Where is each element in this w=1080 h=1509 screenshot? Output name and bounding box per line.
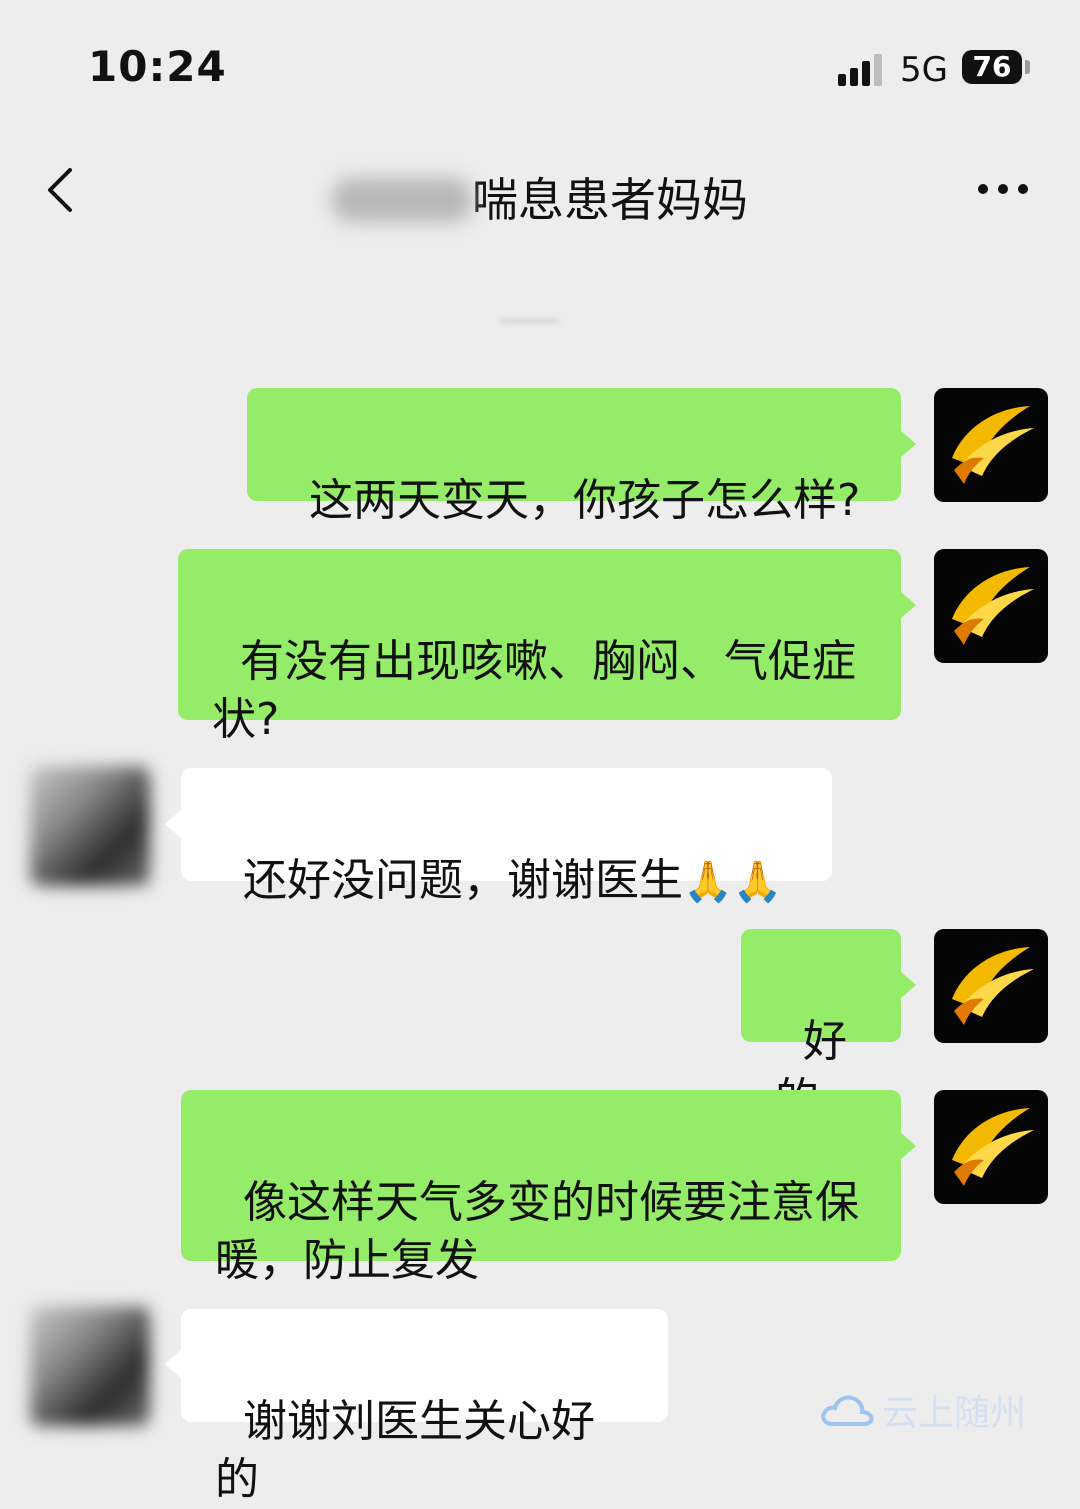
doctor-avatar[interactable] <box>934 1090 1048 1204</box>
bubble-tail <box>165 1350 181 1378</box>
chat-title-text: 喘息患者妈妈 <box>472 173 748 227</box>
message-text: 还好没问题，谢谢医生 <box>242 855 683 906</box>
message-text: 这两天变天，你孩子怎么样? <box>308 475 861 526</box>
watermark-text: 云上随州 <box>882 1393 1027 1434</box>
message-bubble-incoming[interactable]: 还好没问题，谢谢医生🙏🙏 <box>181 768 832 906</box>
pray-hands-emoji: 🙏🙏 <box>682 859 783 905</box>
status-time: 10:24 <box>88 42 227 91</box>
bubble-tail <box>165 810 181 838</box>
doctor-avatar[interactable] <box>934 549 1048 663</box>
bubble-tail <box>900 430 916 458</box>
network-type: 5G <box>900 50 948 90</box>
status-bar: 10:24 5G 76 <box>0 0 1080 130</box>
message-bubble-incoming[interactable]: 谢谢刘医生关心好的 <box>181 1309 668 1505</box>
message-bubble-outgoing[interactable]: 有没有出现咳嗽、胸闷、气促症 状? <box>178 549 901 745</box>
watermark: 云上随州 <box>818 1386 1026 1434</box>
cloud-logo-icon <box>821 1395 874 1426</box>
patient-avatar[interactable] <box>30 766 150 886</box>
battery-icon: 76 <box>962 50 1022 84</box>
message-text: 谢谢刘医生关心好的 <box>215 1396 595 1505</box>
battery-level: 76 <box>972 50 1012 83</box>
message-text: 有没有出现咳嗽、胸闷、气促症 状? <box>212 636 856 745</box>
battery-cap <box>1025 60 1030 74</box>
bubble-tail <box>900 591 916 619</box>
chat-header: 喘息患者妈妈 <box>0 140 1080 250</box>
message-bubble-outgoing[interactable]: 这两天变天，你孩子怎么样? <box>247 388 901 526</box>
message-bubble-outgoing[interactable]: 像这样天气多变的时候要注意保 暖，防止复发 <box>181 1090 901 1286</box>
doctor-avatar[interactable] <box>934 388 1048 502</box>
bubble-tail <box>900 971 916 999</box>
message-bubble-outgoing[interactable]: 好的 <box>741 929 901 1125</box>
patient-avatar[interactable] <box>30 1306 150 1426</box>
signal-icon <box>838 54 886 86</box>
blurred-name-prefix <box>332 178 472 222</box>
doctor-avatar[interactable] <box>934 929 1048 1043</box>
chat-title: 喘息患者妈妈 <box>0 164 1080 230</box>
divider <box>500 318 560 324</box>
more-options-icon[interactable] <box>976 174 1032 204</box>
message-text: 像这样天气多变的时候要注意保 暖，防止复发 <box>215 1177 859 1286</box>
bubble-tail <box>900 1132 916 1160</box>
